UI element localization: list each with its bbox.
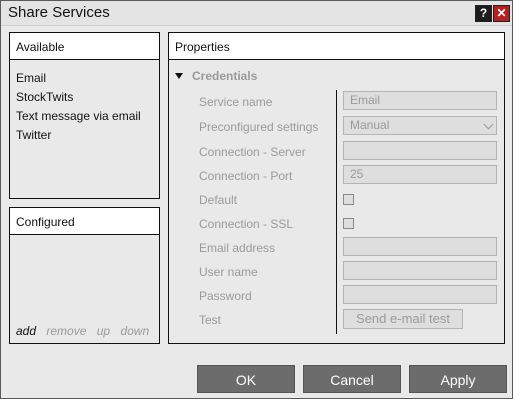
- password-label: Password: [199, 289, 252, 303]
- configured-header: Configured: [10, 208, 159, 235]
- properties-panel: Properties Credentials Service name Emai…: [168, 32, 505, 344]
- available-header: Available: [10, 33, 159, 60]
- configured-title: Configured: [16, 215, 75, 229]
- preconfigured-select[interactable]: Manual: [343, 116, 497, 135]
- close-icon[interactable]: ✕: [493, 5, 510, 22]
- dialog-title: Share Services: [8, 4, 110, 21]
- cancel-button[interactable]: Cancel: [303, 365, 401, 393]
- column-divider: [336, 90, 337, 334]
- email-field[interactable]: [343, 237, 497, 256]
- available-title: Available: [16, 40, 65, 54]
- ok-button[interactable]: OK: [197, 365, 295, 393]
- email-label: Email address: [199, 241, 276, 255]
- available-list: Email StockTwits Text message via email …: [16, 69, 141, 145]
- chevron-down-icon: [483, 119, 494, 130]
- service-name-label: Service name: [199, 95, 273, 109]
- service-name-field[interactable]: Email: [343, 91, 497, 110]
- password-field[interactable]: [343, 285, 497, 304]
- credentials-section-toggle[interactable]: Credentials: [175, 69, 257, 83]
- user-name-field[interactable]: [343, 261, 497, 280]
- port-field[interactable]: 25: [343, 165, 497, 184]
- ssl-label: Connection - SSL: [199, 217, 294, 231]
- share-services-dialog: Share Services ? ✕ Available Email Stock…: [0, 0, 513, 399]
- ssl-checkbox[interactable]: [343, 218, 354, 229]
- server-field[interactable]: [343, 141, 497, 160]
- list-item-text-message[interactable]: Text message via email: [16, 107, 141, 126]
- triangle-down-icon: [175, 73, 183, 79]
- preconfigured-label: Preconfigured settings: [199, 120, 319, 134]
- port-label: Connection - Port: [199, 169, 293, 183]
- list-item-stocktwits[interactable]: StockTwits: [16, 88, 141, 107]
- list-item-twitter[interactable]: Twitter: [16, 126, 141, 145]
- configured-actions: add remove up down: [16, 324, 156, 338]
- down-link[interactable]: down: [120, 324, 149, 338]
- properties-header: Properties: [169, 33, 504, 60]
- test-label: Test: [199, 313, 222, 327]
- user-name-label: User name: [199, 265, 258, 279]
- title-bar: Share Services ? ✕: [1, 1, 512, 26]
- send-email-test-button[interactable]: Send e-mail test: [343, 309, 463, 329]
- up-link[interactable]: up: [97, 324, 110, 338]
- default-checkbox[interactable]: [343, 194, 354, 205]
- help-icon[interactable]: ?: [475, 5, 492, 22]
- preconfigured-value: Manual: [350, 118, 390, 132]
- add-link[interactable]: add: [16, 324, 36, 338]
- remove-link[interactable]: remove: [46, 324, 86, 338]
- apply-button[interactable]: Apply: [409, 365, 507, 393]
- configured-panel: Configured add remove up down: [9, 207, 160, 344]
- list-item-email[interactable]: Email: [16, 69, 141, 88]
- default-label: Default: [199, 193, 238, 207]
- server-label: Connection - Server: [199, 145, 306, 159]
- available-panel: Available Email StockTwits Text message …: [9, 32, 160, 199]
- properties-title: Properties: [175, 40, 230, 54]
- credentials-section-title: Credentials: [192, 69, 258, 83]
